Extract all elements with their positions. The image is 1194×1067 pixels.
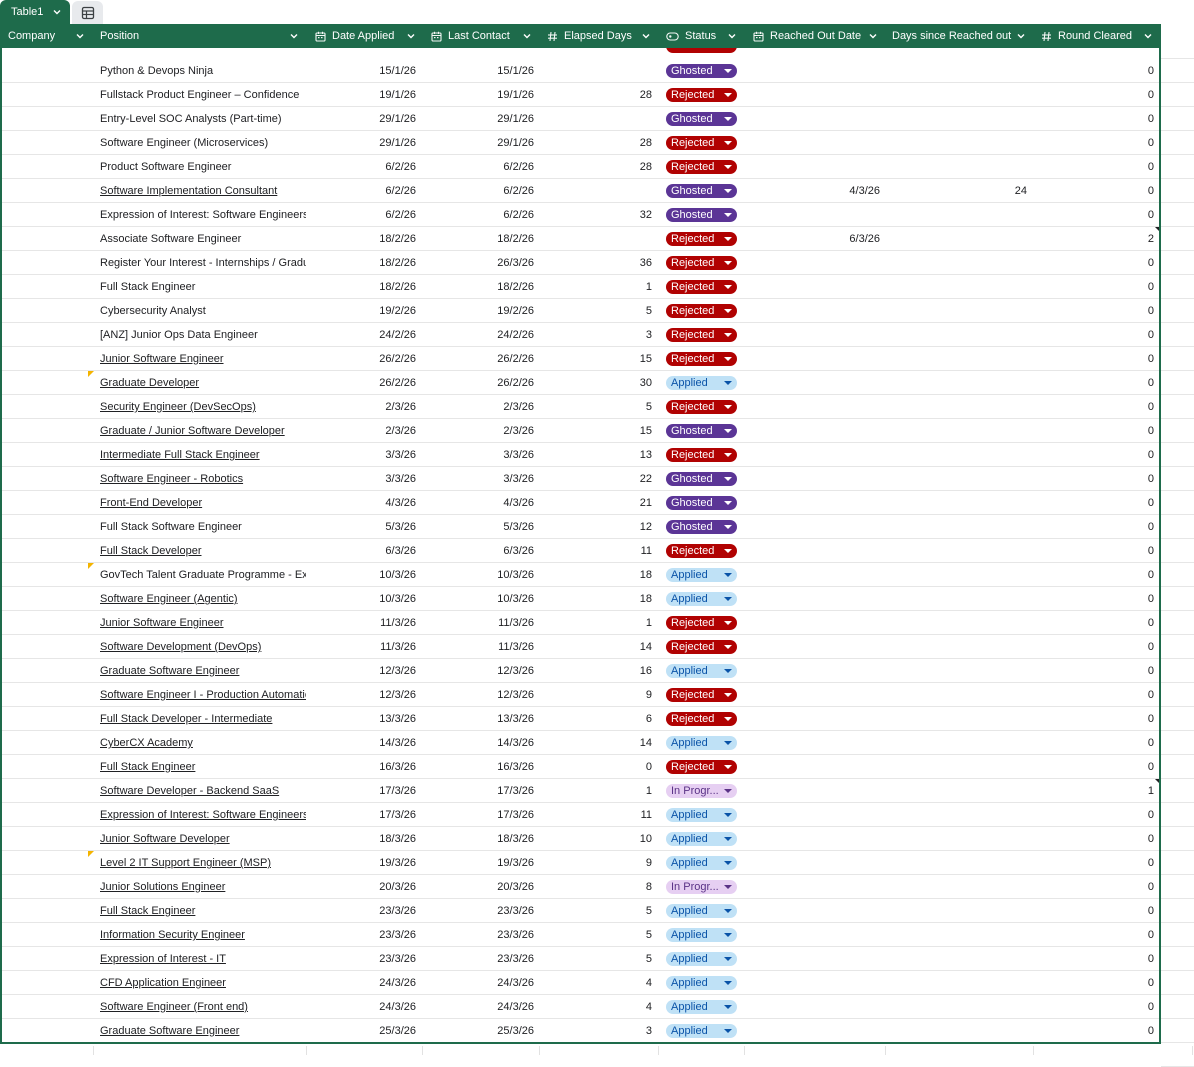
gridline <box>744 1046 745 1055</box>
gridline <box>1161 58 1194 59</box>
gridline <box>1161 898 1194 899</box>
column-header-round-cleared[interactable]: Round Cleared <box>1034 24 1161 48</box>
gridline <box>1161 538 1194 539</box>
column-header-label: Date Applied <box>332 30 395 42</box>
gridline <box>1161 490 1194 491</box>
gridline <box>1033 1046 1034 1055</box>
gridline <box>1161 442 1194 443</box>
column-header-label: Round Cleared <box>1058 30 1132 42</box>
column-header-label: Elapsed Days <box>564 30 632 42</box>
column-header-company[interactable]: Company <box>0 24 93 48</box>
hash-icon <box>1041 31 1052 42</box>
chevron-down-icon[interactable] <box>289 31 299 41</box>
gridline <box>1161 610 1194 611</box>
gridline <box>1161 82 1194 83</box>
empty-grid-area <box>1161 48 1194 1067</box>
chevron-down-icon[interactable] <box>522 31 532 41</box>
column-header-last-contact[interactable]: Last Contact <box>424 24 540 48</box>
gridline <box>1161 850 1194 851</box>
column-header-label: Position <box>100 30 140 42</box>
gridline <box>1161 1042 1194 1043</box>
gridline <box>422 1046 423 1055</box>
column-header-elapsed-days[interactable]: Elapsed Days <box>540 24 659 48</box>
gridline <box>1161 274 1194 275</box>
column-header-date-applied[interactable]: Date Applied <box>307 24 424 48</box>
gridline <box>1161 346 1194 347</box>
column-header-label: Last Contact <box>448 30 510 42</box>
gridline <box>1161 322 1194 323</box>
gridline <box>1161 106 1194 107</box>
empty-grid-row <box>0 1046 1194 1055</box>
column-header-label: Reached Out Date <box>770 30 862 42</box>
gridline <box>1161 658 1194 659</box>
column-header-position[interactable]: Position <box>93 24 307 48</box>
gridline <box>1161 946 1194 947</box>
column-header-days-since-reached-out[interactable]: Days since Reached out <box>886 24 1034 48</box>
gridline <box>885 1046 886 1055</box>
gridline <box>1161 874 1194 875</box>
column-header-label: Days since Reached out <box>892 30 1012 42</box>
table-frame <box>0 48 1161 1044</box>
gridline <box>1161 514 1194 515</box>
gridline <box>1161 634 1194 635</box>
gridline <box>1161 922 1194 923</box>
chevron-down-icon[interactable] <box>52 7 62 17</box>
chevron-down-icon[interactable] <box>1143 31 1153 41</box>
gridline <box>1161 130 1194 131</box>
calendar-icon <box>431 31 442 42</box>
gridline <box>1161 802 1194 803</box>
gridline <box>1161 562 1194 563</box>
chevron-down-icon[interactable] <box>75 31 85 41</box>
gridline <box>1161 370 1194 371</box>
chevron-down-icon[interactable] <box>641 31 651 41</box>
gridline <box>1161 682 1194 683</box>
gridline <box>1161 154 1194 155</box>
gridline <box>1161 706 1194 707</box>
calendar-icon <box>315 31 326 42</box>
gridline <box>1161 778 1194 779</box>
gridline <box>1161 178 1194 179</box>
table-tab-strip: Table1 <box>0 0 1194 24</box>
table-header: Company Position Date Applied Last Contact E… <box>0 24 1161 48</box>
table-tab-label: Table1 <box>11 6 44 18</box>
column-header-status[interactable]: Status <box>659 24 745 48</box>
chevron-down-icon[interactable] <box>406 31 416 41</box>
gridline <box>1161 298 1194 299</box>
chevron-down-icon[interactable] <box>1016 31 1026 41</box>
dropdown-chip-icon <box>666 31 679 42</box>
gridline <box>1192 1046 1193 1055</box>
column-header-label: Status <box>685 30 717 42</box>
gridline <box>1161 754 1194 755</box>
gridline <box>1161 994 1194 995</box>
table-grid-icon[interactable] <box>72 1 103 24</box>
gridline <box>93 1046 94 1055</box>
gridline <box>1161 394 1194 395</box>
column-header-label: Company <box>8 30 56 42</box>
chevron-down-icon[interactable] <box>727 31 737 41</box>
gridline <box>658 1046 659 1055</box>
chevron-down-icon[interactable] <box>868 31 878 41</box>
gridline <box>306 1046 307 1055</box>
gridline <box>1161 202 1194 203</box>
gridline <box>1161 418 1194 419</box>
gridline <box>539 1046 540 1055</box>
gridline <box>1161 466 1194 467</box>
calendar-icon <box>753 31 764 42</box>
gridline <box>1161 586 1194 587</box>
column-header-reached-out-date[interactable]: Reached Out Date <box>745 24 886 48</box>
gridline <box>1161 250 1194 251</box>
hash-icon <box>547 31 558 42</box>
gridline <box>1161 730 1194 731</box>
table-tab[interactable]: Table1 <box>0 0 70 24</box>
gridline <box>1161 226 1194 227</box>
gridline <box>1161 826 1194 827</box>
gridline <box>1161 970 1194 971</box>
gridline <box>1161 1018 1194 1019</box>
